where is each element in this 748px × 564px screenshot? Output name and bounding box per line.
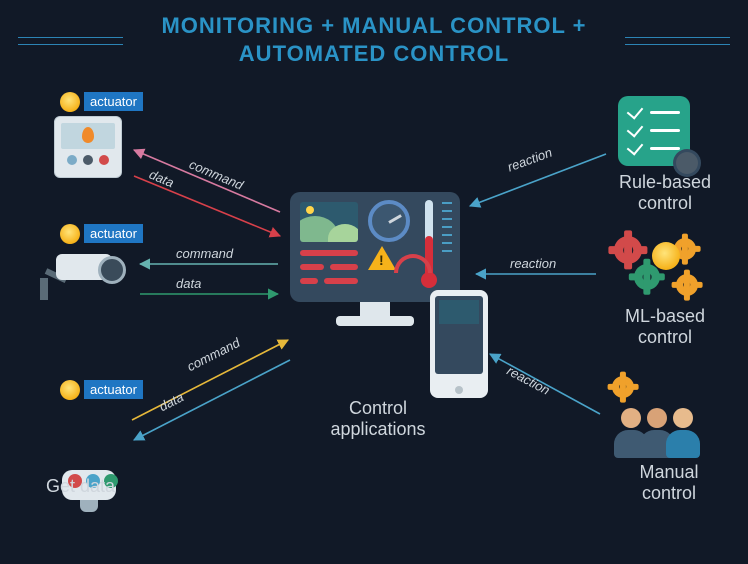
lbl-data-2: data — [176, 276, 201, 291]
title-rule-left — [18, 37, 123, 45]
lbl-cmd-1: command — [187, 157, 245, 193]
manual-control-icon — [614, 388, 704, 458]
lightbulb-icon — [60, 92, 80, 112]
lightbulb-icon — [60, 380, 80, 400]
rule-based-icon — [618, 96, 690, 166]
lightbulb-icon — [60, 224, 80, 244]
mobile-app-icon — [430, 290, 488, 398]
title-line-2: AUTOMATED CONTROL — [239, 41, 509, 66]
actuator-tag-2: actuator — [84, 224, 143, 243]
ml-based-icon — [612, 234, 708, 304]
ml-based-caption: ML-based control — [610, 306, 720, 347]
center-caption: Control applications — [318, 398, 438, 439]
lbl-data-1: data — [147, 167, 176, 191]
actuator-tag-1: actuator — [84, 92, 143, 111]
lbl-cmd-3: command — [185, 335, 243, 374]
lbl-cmd-2: command — [176, 246, 233, 261]
manual-caption: Manual control — [614, 462, 724, 503]
thermostat-icon — [54, 116, 122, 178]
title-line-1: MONITORING + MANUAL CONTROL + — [161, 13, 586, 38]
title-rule-right — [625, 37, 730, 45]
left-caption: Get data — [46, 476, 115, 497]
lbl-react-3: reaction — [504, 363, 552, 398]
lbl-react-1: reaction — [505, 145, 554, 175]
lbl-data-3: data — [157, 389, 186, 414]
camera-icon — [46, 250, 132, 310]
actuator-tag-3: actuator — [84, 380, 143, 399]
rule-based-caption: Rule-based control — [610, 172, 720, 213]
lbl-react-2: reaction — [510, 256, 556, 271]
